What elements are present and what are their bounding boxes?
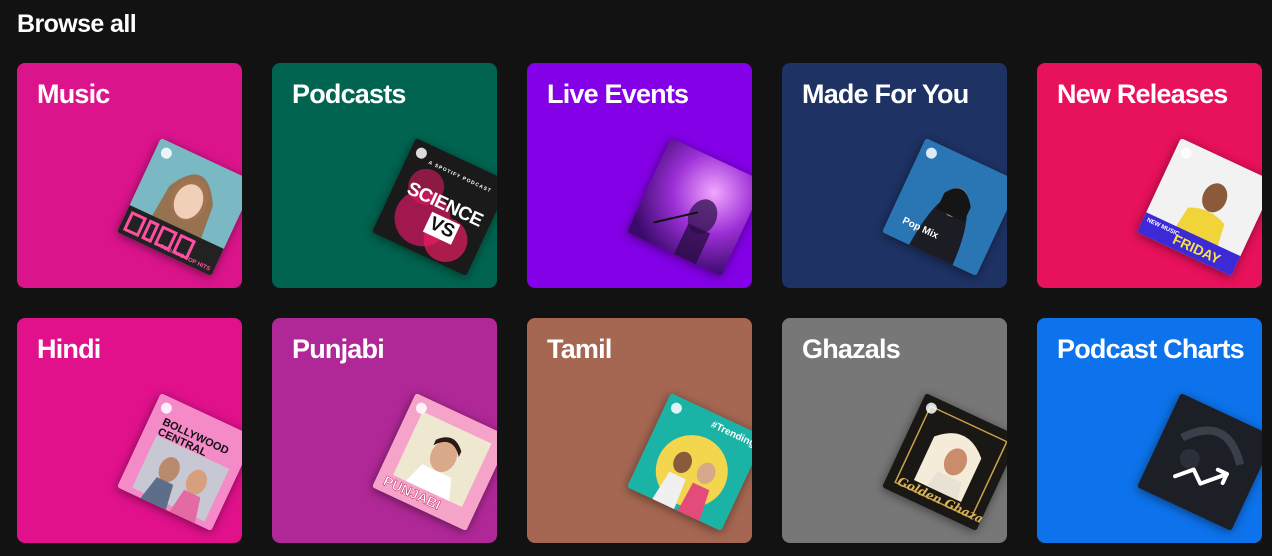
made-for-you-cover-art: Pop Mix bbox=[881, 137, 1007, 277]
card-title: Hindi bbox=[37, 334, 101, 364]
card-title: Tamil bbox=[547, 334, 612, 364]
hindi-cover-art: BOLLYWOOD CENTRAL bbox=[116, 392, 242, 532]
card-title: Music bbox=[37, 79, 110, 109]
card-title: Podcasts bbox=[292, 79, 406, 109]
card-title: Punjabi bbox=[292, 334, 385, 364]
category-card-ghazals[interactable]: Ghazals Golden Ghazal bbox=[782, 318, 1007, 543]
category-card-punjabi[interactable]: Punjabi PUNJABI bbox=[272, 318, 497, 543]
category-card-hindi[interactable]: Hindi BOLLYWOOD CENTRAL bbox=[17, 318, 242, 543]
new-releases-cover-art: NEW MUSIC FRIDAY bbox=[1136, 137, 1262, 277]
category-card-podcasts[interactable]: Podcasts A SPOTIFY PODCAST SCIENCE VS bbox=[272, 63, 497, 288]
card-title: Live Events bbox=[547, 79, 689, 109]
ghazals-cover-art: Golden Ghazal bbox=[881, 392, 1007, 532]
podcast-charts-cover-art bbox=[1136, 392, 1262, 532]
tamil-cover-art: #Trending bbox=[626, 392, 752, 532]
category-card-live-events[interactable]: Live Events bbox=[527, 63, 752, 288]
category-card-tamil[interactable]: Tamil #Trending bbox=[527, 318, 752, 543]
live-events-cover-art bbox=[626, 137, 752, 277]
category-card-podcast-charts[interactable]: Podcast Charts bbox=[1037, 318, 1262, 543]
card-title: Podcast Charts bbox=[1057, 334, 1245, 364]
category-card-made-for-you[interactable]: Made For You Pop Mix bbox=[782, 63, 1007, 288]
punjabi-cover-art: PUNJABI bbox=[371, 392, 497, 532]
category-card-music[interactable]: Music TODAY'S TOP HITS bbox=[17, 63, 242, 288]
card-title: New Releases bbox=[1057, 79, 1228, 109]
podcasts-cover-art: A SPOTIFY PODCAST SCIENCE VS bbox=[371, 137, 497, 277]
card-title: Made For You bbox=[802, 79, 969, 109]
browse-all-page: Browse all Music TODAY'S TOP HITS Podcas… bbox=[0, 0, 1272, 556]
browse-all-heading: Browse all bbox=[17, 10, 137, 38]
category-card-new-releases[interactable]: New Releases NEW MUSIC FRIDAY bbox=[1037, 63, 1262, 288]
card-title: Ghazals bbox=[802, 334, 901, 364]
music-cover-art: TODAY'S TOP HITS bbox=[116, 137, 242, 277]
